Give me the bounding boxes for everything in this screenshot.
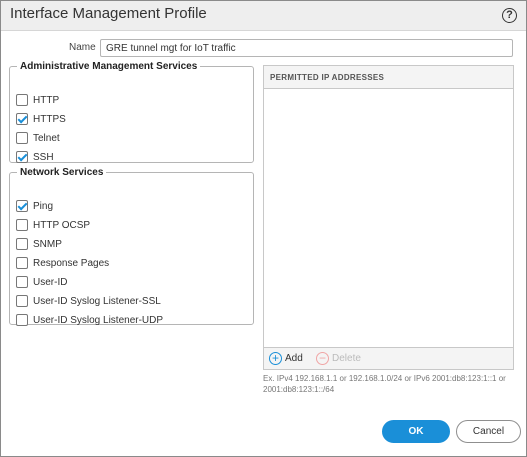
http-checkbox[interactable] <box>16 94 28 106</box>
ip-format-hint: Ex. IPv4 192.168.1.1 or 192.168.1.0/24 o… <box>263 374 506 394</box>
permitted-ip-header: PERMITTED IP ADDRESSES <box>264 66 513 89</box>
http-ocsp-label: HTTP OCSP <box>33 219 91 231</box>
http-label: HTTP <box>33 94 60 106</box>
permitted-ip-panel: PERMITTED IP ADDRESSES + Add − Delete <box>263 65 514 370</box>
response-pages-option[interactable]: Response Pages <box>16 256 109 270</box>
delete-icon: − <box>316 352 329 365</box>
admin-services-group: Administrative Management Services HTTP … <box>9 61 254 163</box>
delete-ip-button[interactable]: − Delete <box>316 352 361 365</box>
add-ip-label: Add <box>285 353 303 364</box>
user-id-syslog-ssl-checkbox[interactable] <box>16 295 28 307</box>
admin-services-legend: Administrative Management Services <box>20 61 198 72</box>
http-ocsp-option[interactable]: HTTP OCSP <box>16 218 90 232</box>
user-id-checkbox[interactable] <box>16 276 28 288</box>
https-checkbox[interactable] <box>16 113 28 125</box>
add-icon: + <box>269 352 282 365</box>
response-pages-checkbox[interactable] <box>16 257 28 269</box>
user-id-syslog-ssl-label: User-ID Syslog Listener-SSL <box>33 295 161 307</box>
snmp-label: SNMP <box>33 238 62 250</box>
cancel-button[interactable]: Cancel <box>456 420 521 443</box>
name-label: Name <box>69 42 96 53</box>
telnet-checkbox[interactable] <box>16 132 28 144</box>
user-id-syslog-udp-checkbox[interactable] <box>16 314 28 326</box>
ping-option[interactable]: Ping <box>16 199 53 213</box>
telnet-label: Telnet <box>33 132 60 144</box>
ping-label: Ping <box>33 200 54 212</box>
user-id-syslog-udp-label: User-ID Syslog Listener-UDP <box>33 314 164 326</box>
network-services-legend: Network Services <box>20 167 104 178</box>
http-option[interactable]: HTTP <box>16 93 59 107</box>
user-id-option[interactable]: User-ID <box>16 275 67 289</box>
ssh-checkbox[interactable] <box>16 151 28 163</box>
dialog-title: Interface Management Profile <box>10 5 207 22</box>
ssh-option[interactable]: SSH <box>16 150 54 164</box>
ok-button[interactable]: OK <box>382 420 450 443</box>
user-id-syslog-ssl-option[interactable]: User-ID Syslog Listener-SSL <box>16 294 161 308</box>
https-label: HTTPS <box>33 113 66 125</box>
name-input[interactable] <box>100 39 513 57</box>
network-services-group: Network Services Ping HTTP OCSP SNMP Res… <box>9 167 254 327</box>
ssh-label: SSH <box>33 151 54 163</box>
permitted-ip-toolbar: + Add − Delete <box>264 347 513 369</box>
http-ocsp-checkbox[interactable] <box>16 219 28 231</box>
user-id-syslog-udp-option[interactable]: User-ID Syslog Listener-UDP <box>16 313 163 327</box>
ping-checkbox[interactable] <box>16 200 28 212</box>
user-id-label: User-ID <box>33 276 68 288</box>
interface-management-profile-dialog: Interface Management Profile ? Name Admi… <box>0 0 527 457</box>
https-option[interactable]: HTTPS <box>16 112 66 126</box>
telnet-option[interactable]: Telnet <box>16 131 60 145</box>
add-ip-button[interactable]: + Add <box>269 352 303 365</box>
permitted-ip-list[interactable] <box>264 89 513 347</box>
snmp-option[interactable]: SNMP <box>16 237 62 251</box>
help-icon[interactable]: ? <box>502 8 517 23</box>
snmp-checkbox[interactable] <box>16 238 28 250</box>
delete-ip-label: Delete <box>332 353 361 364</box>
response-pages-label: Response Pages <box>33 257 110 269</box>
dialog-titlebar: Interface Management Profile ? <box>1 1 526 31</box>
